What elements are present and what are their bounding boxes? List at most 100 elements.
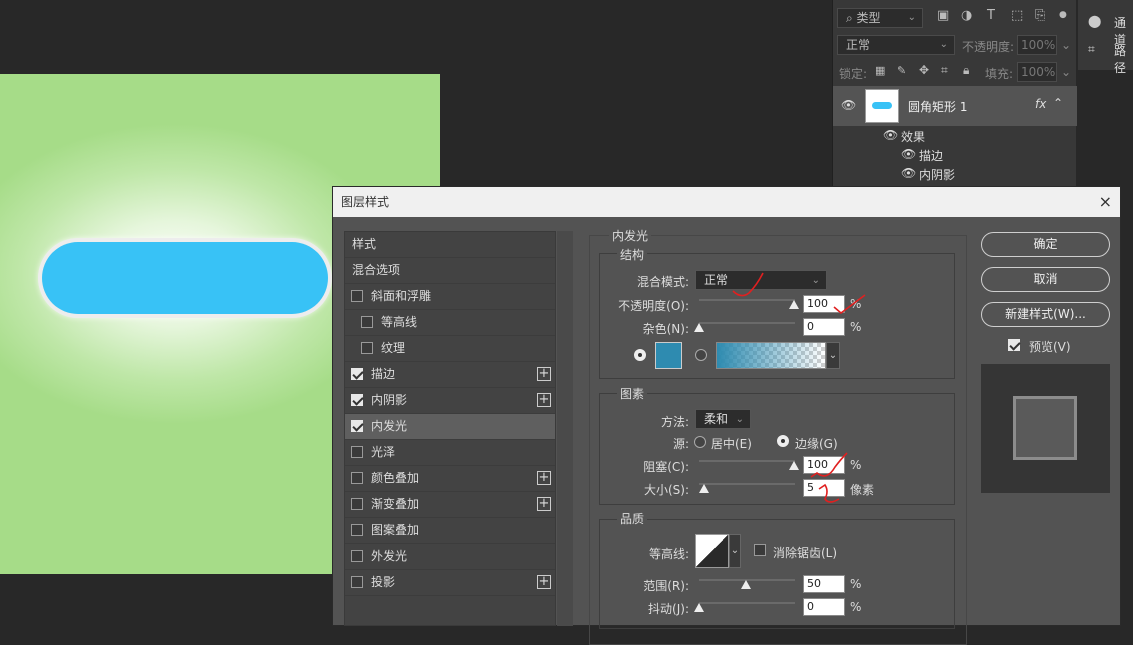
visibility-eye-icon[interactable]: 👁︎: [883, 128, 898, 142]
noise-slider-thumb[interactable]: [694, 323, 704, 332]
style-list-blending-options[interactable]: 混合选项: [345, 258, 555, 284]
checkbox[interactable]: [351, 576, 363, 588]
dialog-title-bar[interactable]: 图层样式 ×: [333, 187, 1120, 217]
chevron-down-icon[interactable]: ⌄: [826, 342, 840, 369]
style-list-satin[interactable]: 光泽: [345, 440, 555, 466]
add-effect-icon[interactable]: +: [537, 393, 551, 407]
new-style-button[interactable]: 新建样式(W)...: [981, 302, 1110, 327]
add-effect-icon[interactable]: +: [537, 367, 551, 381]
lock-all-icon[interactable]: 🔒︎: [963, 63, 969, 78]
checkbox[interactable]: [351, 446, 363, 458]
lock-transparency-icon[interactable]: ▦: [875, 64, 885, 77]
style-list-color-overlay[interactable]: 颜色叠加 +: [345, 466, 555, 492]
paths-tab[interactable]: 路径: [1114, 42, 1133, 76]
chevron-down-icon: ⌄: [939, 39, 948, 50]
visibility-eye-icon[interactable]: 👁︎: [841, 98, 856, 112]
source-center-radio[interactable]: [694, 436, 706, 448]
style-list-inner-glow[interactable]: 内发光: [345, 414, 555, 440]
glow-color-swatch[interactable]: [655, 342, 682, 369]
adjustment-filter-icon[interactable]: ◑: [961, 8, 972, 23]
opacity-label: 不透明度(O):: [618, 299, 689, 313]
checkbox[interactable]: [361, 342, 373, 354]
checkbox-checked[interactable]: [351, 420, 363, 432]
checkbox[interactable]: [351, 290, 363, 302]
chevron-down-icon[interactable]: ⌄: [1061, 65, 1071, 79]
shape-filter-icon[interactable]: ⬚: [1011, 8, 1023, 23]
add-effect-icon[interactable]: +: [537, 497, 551, 511]
choke-slider[interactable]: [699, 460, 795, 462]
style-list-inner-shadow[interactable]: 内阴影 +: [345, 388, 555, 414]
noise-slider[interactable]: [699, 322, 795, 324]
style-list-bevel-emboss[interactable]: 斜面和浮雕: [345, 284, 555, 310]
chevron-down-icon[interactable]: ⌄: [729, 534, 741, 568]
style-list-drop-shadow[interactable]: 投影 +: [345, 570, 555, 596]
layer-fill-input[interactable]: 100%: [1017, 62, 1057, 82]
rounded-rectangle-shape[interactable]: [38, 238, 332, 318]
preview-label[interactable]: 预览(V): [1029, 338, 1071, 355]
size-slider[interactable]: [699, 483, 795, 485]
visibility-eye-icon[interactable]: 👁︎: [901, 166, 916, 180]
opacity-slider[interactable]: [699, 299, 795, 301]
checkbox[interactable]: [351, 472, 363, 484]
collapse-effects-icon[interactable]: ⌃: [1053, 96, 1063, 110]
source-edge-radio[interactable]: [777, 435, 789, 447]
choke-slider-thumb[interactable]: [789, 461, 799, 470]
jitter-slider[interactable]: [699, 602, 795, 604]
layer-row-rounded-rect[interactable]: 👁︎ 圆角矩形 1 fx ⌃: [833, 86, 1077, 126]
jitter-input[interactable]: 0: [803, 598, 845, 616]
close-icon[interactable]: ×: [1099, 187, 1112, 217]
layer-blend-mode-select[interactable]: 正常 ⌄: [837, 35, 955, 55]
style-list-pattern-overlay[interactable]: 图案叠加: [345, 518, 555, 544]
smart-object-filter-icon[interactable]: ⎘: [1035, 8, 1045, 23]
size-slider-thumb[interactable]: [699, 484, 709, 493]
contour-preview[interactable]: [695, 534, 729, 568]
cancel-button[interactable]: 取消: [981, 267, 1110, 292]
checkbox[interactable]: [361, 316, 373, 328]
color-radio[interactable]: [634, 349, 646, 361]
layer-filter-select[interactable]: ⌕ 类型 ⌄: [837, 8, 923, 28]
style-list-contour[interactable]: 等高线: [345, 310, 555, 336]
visibility-eye-icon[interactable]: 👁︎: [901, 147, 916, 161]
opacity-slider-thumb[interactable]: [789, 300, 799, 309]
chevron-down-icon[interactable]: ⌄: [1061, 38, 1071, 52]
checkbox-checked[interactable]: [351, 394, 363, 406]
gradient-radio[interactable]: [695, 349, 707, 361]
noise-input[interactable]: 0: [803, 318, 845, 336]
preview-checkbox[interactable]: [1008, 339, 1020, 351]
effect-item-stroke[interactable]: 描边: [919, 147, 943, 164]
image-filter-icon[interactable]: ▣: [937, 8, 949, 23]
style-list-stroke[interactable]: 描边 +: [345, 362, 555, 388]
range-slider-thumb[interactable]: [741, 580, 751, 589]
style-list-texture[interactable]: 纹理: [345, 336, 555, 362]
add-effect-icon[interactable]: +: [537, 471, 551, 485]
style-list: 样式 混合选项 斜面和浮雕 等高线 纹理 描边 + 内阴影 + 内发光 光泽 颜色叠…: [344, 231, 556, 626]
style-list-scrollbar[interactable]: [557, 231, 573, 626]
channels-icon[interactable]: ⬤: [1088, 14, 1101, 28]
style-list-outer-glow[interactable]: 外发光: [345, 544, 555, 570]
style-list-gradient-overlay[interactable]: 渐变叠加 +: [345, 492, 555, 518]
checkbox[interactable]: [351, 524, 363, 536]
layer-opacity-input[interactable]: 100%: [1017, 35, 1057, 55]
checkbox-checked[interactable]: [351, 368, 363, 380]
jitter-slider-thumb[interactable]: [694, 603, 704, 612]
type-filter-icon[interactable]: T: [987, 8, 995, 23]
fx-icon[interactable]: fx: [1035, 97, 1046, 111]
paths-icon[interactable]: ⌗: [1088, 42, 1095, 57]
glow-gradient-swatch[interactable]: [716, 342, 826, 369]
checkbox[interactable]: [351, 550, 363, 562]
add-effect-icon[interactable]: +: [537, 575, 551, 589]
layer-name[interactable]: 圆角矩形 1: [908, 98, 967, 115]
source-center-label[interactable]: 居中(E): [711, 435, 752, 452]
lock-artboard-icon[interactable]: ⌗: [941, 63, 948, 78]
lock-position-icon[interactable]: ✥: [919, 63, 929, 77]
antialias-label[interactable]: 消除锯齿(L): [773, 544, 837, 561]
lock-image-icon[interactable]: ✎: [897, 64, 906, 77]
checkbox[interactable]: [351, 498, 363, 510]
style-list-styles[interactable]: 样式: [345, 232, 555, 258]
effect-item-inner-shadow[interactable]: 内阴影: [919, 166, 955, 183]
filter-toggle-icon[interactable]: ●: [1059, 10, 1067, 20]
ok-button[interactable]: 确定: [981, 232, 1110, 257]
method-select[interactable]: 柔和 ⌄: [695, 409, 751, 429]
range-input[interactable]: 50: [803, 575, 845, 593]
antialias-checkbox[interactable]: [754, 544, 766, 556]
